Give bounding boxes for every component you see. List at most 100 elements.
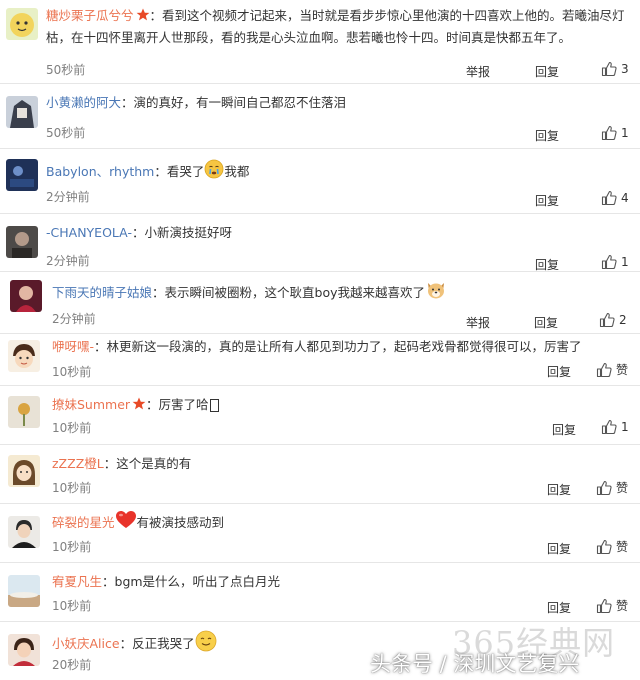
- crying-face-icon: [204, 159, 224, 186]
- thumbs-up-icon: [596, 539, 612, 555]
- avatar[interactable]: [6, 8, 38, 40]
- username[interactable]: Babylon、rhythm: [46, 164, 154, 179]
- avatar[interactable]: [8, 396, 40, 428]
- reply-button[interactable]: 回复: [535, 192, 559, 209]
- avatar-image: [6, 226, 38, 258]
- avatar[interactable]: [8, 516, 40, 548]
- thumbs-up-icon: [596, 480, 612, 496]
- reply-button[interactable]: 回复: [535, 63, 559, 80]
- comment-text: ：演的真好，有一瞬间自己都忍不住落泪: [121, 95, 347, 110]
- star-badge-icon: [132, 395, 146, 417]
- like-button[interactable]: 4: [601, 190, 629, 206]
- thumbs-up-icon: [599, 312, 615, 328]
- avatar[interactable]: [6, 159, 38, 191]
- username[interactable]: 小妖庆Alice: [52, 636, 120, 651]
- timestamp: 50秒前: [46, 126, 86, 140]
- timestamp: 10秒前: [52, 540, 92, 554]
- avatar-image: [8, 516, 40, 548]
- avatar[interactable]: [8, 455, 40, 487]
- like-count: 1: [621, 420, 629, 434]
- comment-text: ：小新演技挺好呀: [131, 225, 232, 240]
- comment-item: 糖炒栗子瓜兮兮 ：看到这个视频才记起来，当时就是看步步惊心里他演的十四喜欢上他的。…: [0, 0, 640, 80]
- reply-button[interactable]: 回复: [547, 481, 571, 498]
- thumbs-up-icon: [601, 419, 617, 435]
- avatar-image: [6, 96, 38, 128]
- avatar[interactable]: [8, 634, 40, 666]
- username[interactable]: 咿呀嘿-: [52, 339, 94, 354]
- avatar[interactable]: [10, 280, 42, 312]
- dog-face-icon: [425, 280, 447, 307]
- username[interactable]: 糖炒栗子瓜兮兮: [46, 8, 134, 23]
- avatar-image: [8, 575, 40, 607]
- like-label: 赞: [616, 540, 629, 554]
- report-button[interactable]: 举报: [466, 63, 490, 80]
- timestamp: 10秒前: [52, 599, 92, 613]
- reply-button[interactable]: 回复: [535, 127, 559, 144]
- like-button[interactable]: 3: [601, 61, 629, 77]
- like-count: 1: [621, 255, 629, 269]
- like-button[interactable]: 1: [601, 254, 629, 270]
- avatar-image: [6, 8, 38, 40]
- comment-text: ：林更新这一段演的，真的是让所有人都见到功力了，起码老戏骨都觉得很可以，厉害了: [94, 339, 582, 354]
- source-watermark: 头条号 / 深圳文艺复兴: [370, 652, 580, 676]
- comment-item: 下雨天的晴子姑娘：表示瞬间被圈粉，这个耿直boy我越来越喜欢了 2分钟前 举报 …: [0, 272, 640, 334]
- comment-item: -CHANYEOLA-：小新演技挺好呀 2分钟前 回复 1: [0, 214, 640, 272]
- avatar-image: [6, 159, 38, 191]
- like-button[interactable]: 赞: [596, 479, 628, 496]
- username[interactable]: -CHANYEOLA-: [46, 225, 132, 240]
- like-count: 4: [621, 191, 629, 205]
- like-label: 赞: [616, 599, 629, 613]
- avatar[interactable]: [6, 96, 38, 128]
- avatar[interactable]: [6, 226, 38, 258]
- username[interactable]: zZZZ橙L: [52, 456, 104, 471]
- thumbs-up-icon: [601, 254, 617, 270]
- like-label: 赞: [616, 481, 629, 495]
- like-button[interactable]: 赞: [596, 538, 628, 555]
- avatar-image: [8, 396, 40, 428]
- comment-text: 有被演技感动到: [136, 515, 225, 530]
- avatar-image: [8, 455, 40, 487]
- timestamp: 2分钟前: [46, 190, 90, 204]
- comment-text: ：反正我哭了: [119, 636, 195, 651]
- like-button[interactable]: 1: [601, 419, 629, 435]
- comment-text: ：表示瞬间被圈粉，这个耿直boy我越来越喜欢了: [152, 285, 425, 300]
- comment-item: 宥夏凡生：bgm是什么，听出了点白月光 10秒前 回复 赞: [0, 563, 640, 621]
- timestamp: 20秒前: [52, 658, 92, 672]
- reply-button[interactable]: 回复: [547, 599, 571, 616]
- like-button[interactable]: 1: [601, 125, 629, 141]
- timestamp: 50秒前: [46, 63, 86, 77]
- thumbs-up-icon: [601, 61, 617, 77]
- username[interactable]: 碎裂的星光: [52, 515, 115, 530]
- reply-button[interactable]: 回复: [547, 540, 571, 557]
- avatar[interactable]: [8, 340, 40, 372]
- comment-item: Babylon、rhythm：看哭了 我都 2分钟前 回复 4: [0, 149, 640, 213]
- reply-button[interactable]: 回复: [534, 314, 558, 331]
- comment-item: zZZZ橙L：这个是真的有 10秒前 回复 赞: [0, 445, 640, 503]
- thumbs-up-icon: [601, 190, 617, 206]
- reply-button[interactable]: 回复: [547, 363, 571, 380]
- comment-text: ：这个是真的有: [103, 456, 192, 471]
- timestamp: 2分钟前: [46, 254, 90, 268]
- username[interactable]: 下雨天的晴子姑娘: [52, 285, 152, 300]
- username[interactable]: 撩妹Summer: [52, 397, 130, 412]
- username[interactable]: 宥夏凡生: [52, 574, 102, 589]
- missing-glyph-icon: [209, 399, 219, 412]
- timestamp: 10秒前: [52, 421, 92, 435]
- avatar[interactable]: [8, 575, 40, 607]
- comment-text: ：看到这个视频才记起来，当时就是看步步惊心里他演的十四喜欢上他的。若曦油尽灯: [149, 8, 625, 23]
- comment-item: 碎裂的星光 有被演技感动到 10秒前 回复 赞: [0, 504, 640, 562]
- heart-icon: [115, 510, 137, 537]
- like-button[interactable]: 赞: [596, 361, 628, 378]
- comment-text: ：厉害了哈: [146, 397, 209, 412]
- smile-face-icon: [195, 630, 217, 659]
- comment-item: 小黄濑的阿大：演的真好，有一瞬间自己都忍不住落泪 50秒前 回复 1: [0, 84, 640, 148]
- username[interactable]: 小黄濑的阿大: [46, 95, 121, 110]
- like-button[interactable]: 赞: [596, 597, 628, 614]
- reply-button[interactable]: 回复: [552, 421, 576, 438]
- comment-text-continued: 枯，在十四怀里离开人世那段，看的我是心头泣血啊。悲若曦也怜十四。时间真是快都五年…: [46, 30, 572, 45]
- like-count: 1: [621, 126, 629, 140]
- like-count: 3: [621, 62, 629, 76]
- report-button[interactable]: 举报: [466, 314, 490, 331]
- like-button[interactable]: 2: [599, 312, 627, 328]
- timestamp: 10秒前: [52, 481, 92, 495]
